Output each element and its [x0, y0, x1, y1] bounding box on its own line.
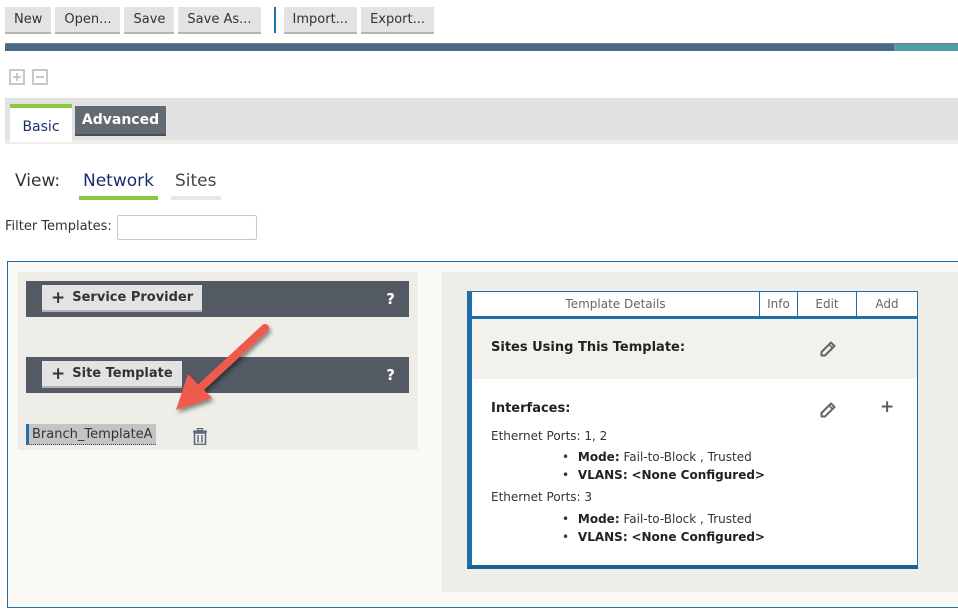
- edit-tab[interactable]: Edit: [797, 292, 856, 316]
- site-template-section: + Site Template ?: [26, 357, 409, 393]
- interface-ports: Ethernet Ports: 1, 2: [491, 429, 608, 443]
- service-provider-label: Service Provider: [72, 290, 194, 305]
- tab-advanced[interactable]: Advanced: [75, 106, 166, 136]
- open-button[interactable]: Open...: [55, 6, 121, 34]
- mode-tab-bar: Basic Advanced: [5, 98, 958, 144]
- mode-value: Fail-to-Block , Trusted: [623, 450, 752, 464]
- vlans-label: VLANS:: [577, 530, 628, 544]
- interface-vlans: VLANS: <None Configured>: [562, 468, 765, 482]
- edit-pencil-icon[interactable]: [820, 341, 836, 357]
- help-icon[interactable]: ?: [386, 366, 395, 384]
- view-tab-network[interactable]: Network: [79, 171, 158, 200]
- progress-bar: [5, 43, 958, 51]
- interface-ports: Ethernet Ports: 3: [491, 490, 593, 504]
- template-list-pane: + Service Provider ? + Site Template ? B…: [18, 272, 418, 450]
- tab-basic[interactable]: Basic: [10, 104, 72, 142]
- info-tab[interactable]: Info: [759, 292, 797, 316]
- add-site-template-button[interactable]: + Site Template: [42, 361, 182, 388]
- toolbar-separator: [273, 7, 276, 33]
- details-header: Template Details Info Edit Add: [472, 292, 917, 319]
- vlans-value: <None Configured>: [631, 530, 765, 544]
- view-label: View:: [15, 171, 61, 191]
- expand-collapse-controls: [9, 69, 48, 85]
- help-icon[interactable]: ?: [386, 290, 395, 308]
- vlans-label: VLANS:: [577, 468, 628, 482]
- template-item[interactable]: Branch_TemplateA: [26, 424, 156, 445]
- save-as-button[interactable]: Save As...: [178, 6, 261, 34]
- add-service-provider-button[interactable]: + Service Provider: [42, 285, 203, 312]
- template-details-pane: Template Details Info Edit Add Sites Usi…: [442, 272, 958, 592]
- collapse-all-icon[interactable]: [32, 69, 48, 85]
- template-details-card: Template Details Info Edit Add Sites Usi…: [467, 291, 918, 569]
- toolbar: New Open... Save Save As... Import... Ex…: [5, 6, 438, 34]
- sites-using-template-row: Sites Using This Template:: [472, 319, 917, 379]
- interface-vlans: VLANS: <None Configured>: [562, 530, 765, 544]
- vlans-value: <None Configured>: [631, 468, 765, 482]
- trash-icon[interactable]: [193, 428, 207, 445]
- expand-all-icon[interactable]: [9, 69, 25, 85]
- add-interface-icon[interactable]: +: [880, 397, 894, 417]
- edit-pencil-icon[interactable]: [820, 402, 836, 418]
- add-tab[interactable]: Add: [856, 292, 917, 316]
- mode-label: Mode:: [577, 450, 620, 464]
- progress-remaining: [894, 44, 958, 51]
- mode-label: Mode:: [577, 512, 620, 526]
- plus-icon: +: [51, 363, 66, 384]
- filter-templates-label: Filter Templates:: [5, 219, 112, 234]
- import-button[interactable]: Import...: [283, 6, 358, 34]
- mode-value: Fail-to-Block , Trusted: [623, 512, 752, 526]
- interface-mode: Mode: Fail-to-Block , Trusted: [562, 512, 752, 526]
- site-template-label: Site Template: [72, 366, 173, 381]
- details-title: Template Details: [565, 297, 666, 311]
- service-provider-section: + Service Provider ?: [26, 281, 409, 317]
- filter-templates-input[interactable]: [117, 215, 257, 240]
- view-tab-sites[interactable]: Sites: [171, 171, 221, 200]
- interface-mode: Mode: Fail-to-Block , Trusted: [562, 450, 752, 464]
- sites-using-template-title: Sites Using This Template:: [491, 340, 686, 355]
- save-button[interactable]: Save: [124, 6, 175, 34]
- plus-icon: +: [51, 287, 66, 308]
- main-panel: + Service Provider ? + Site Template ? B…: [7, 261, 958, 608]
- export-button[interactable]: Export...: [361, 6, 435, 34]
- new-button[interactable]: New: [5, 6, 52, 34]
- interfaces-title: Interfaces:: [491, 401, 571, 416]
